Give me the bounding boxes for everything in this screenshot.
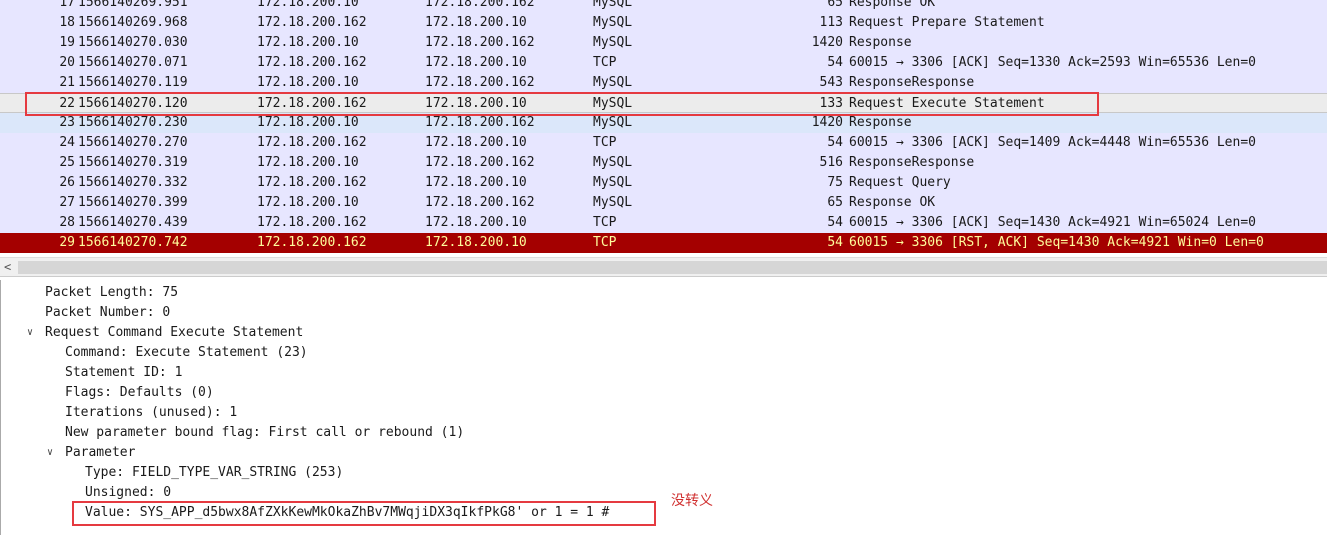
packet-row[interactable]: 21 1566140270.119 172.18.200.10 172.18.2… — [0, 73, 1327, 93]
packet-row[interactable]: 24 1566140270.270 172.18.200.162 172.18.… — [0, 133, 1327, 153]
packet-length: 1420 — [811, 35, 843, 50]
packet-info: Request Prepare Statement — [849, 15, 1045, 30]
packet-row[interactable]: 23 1566140270.230 172.18.200.10 172.18.2… — [0, 113, 1327, 133]
packet-row[interactable]: 29 1566140270.742 172.18.200.162 172.18.… — [0, 233, 1327, 253]
packet-row[interactable]: 17 1566140269.951 172.18.200.10 172.18.2… — [0, 0, 1327, 13]
packet-row[interactable]: 26 1566140270.332 172.18.200.162 172.18.… — [0, 173, 1327, 193]
scroll-left-icon[interactable]: < — [4, 258, 11, 276]
packet-info: 60015 → 3306 [ACK] Seq=1409 Ack=4448 Win… — [849, 135, 1256, 150]
packet-row[interactable]: 18 1566140269.968 172.18.200.162 172.18.… — [0, 13, 1327, 33]
packet-info: 60015 → 3306 [ACK] Seq=1330 Ack=2593 Win… — [849, 55, 1256, 70]
packet-info: 60015 → 3306 [ACK] Seq=1430 Ack=4921 Win… — [849, 215, 1256, 230]
detail-line[interactable]: Command: Execute Statement (23) — [65, 343, 308, 363]
detail-line[interactable]: New parameter bound flag: First call or … — [65, 423, 464, 443]
packet-info: Response OK — [849, 0, 936, 10]
detail-line[interactable]: Flags: Defaults (0) — [65, 383, 214, 403]
highlight-box-value — [72, 501, 656, 526]
packet-length: 54 — [827, 55, 843, 70]
packet-length: 65 — [827, 0, 843, 10]
packet-info: ResponseResponse — [849, 75, 975, 90]
annotation-note: 没转义 — [671, 493, 713, 509]
packet-info: ResponseResponse — [849, 155, 975, 170]
detail-line[interactable]: Parameter — [65, 443, 135, 463]
packet-row[interactable]: 25 1566140270.319 172.18.200.10 172.18.2… — [0, 153, 1327, 173]
packet-info: Request Query — [849, 175, 951, 190]
packet-length: 113 — [819, 15, 843, 30]
packet-row[interactable]: 19 1566140270.030 172.18.200.10 172.18.2… — [0, 33, 1327, 53]
detail-line[interactable]: Request Command Execute Statement — [45, 323, 303, 343]
packet-length: 54 — [827, 135, 843, 150]
detail-line[interactable]: Type: FIELD_TYPE_VAR_STRING (253) — [85, 463, 343, 483]
packet-length: 516 — [819, 155, 843, 170]
packet-row[interactable]: 20 1566140270.071 172.18.200.162 172.18.… — [0, 53, 1327, 73]
packet-info: 60015 → 3306 [RST, ACK] Seq=1430 Ack=492… — [849, 235, 1264, 250]
detail-line[interactable]: Packet Number: 0 — [45, 303, 170, 323]
packet-length: 54 — [827, 235, 843, 250]
packet-details-tree: Packet Length: 75 Packet Number: 0 ∨ Reques… — [0, 280, 1327, 535]
detail-line[interactable]: Statement ID: 1 — [65, 363, 182, 383]
packet-list: 17 1566140269.951 172.18.200.10 172.18.2… — [0, 0, 1327, 256]
packet-length: 54 — [827, 215, 843, 230]
packet-length: 543 — [819, 75, 843, 90]
chevron-down-icon[interactable]: ∨ — [47, 443, 53, 463]
detail-line[interactable]: Unsigned: 0 — [85, 483, 171, 503]
scrollbar-thumb[interactable] — [18, 261, 1327, 274]
detail-line[interactable]: Packet Length: 75 — [45, 283, 178, 303]
packet-length: 75 — [827, 175, 843, 190]
detail-line[interactable]: Iterations (unused): 1 — [65, 403, 237, 423]
chevron-down-icon[interactable]: ∨ — [27, 323, 33, 343]
packet-row[interactable]: 27 1566140270.399 172.18.200.10 172.18.2… — [0, 193, 1327, 213]
packet-info: Response OK — [849, 195, 936, 210]
packet-row[interactable]: 28 1566140270.439 172.18.200.162 172.18.… — [0, 213, 1327, 233]
highlight-box-packet-22 — [25, 92, 1099, 116]
horizontal-scrollbar[interactable]: < — [0, 257, 1327, 277]
packet-length: 65 — [827, 195, 843, 210]
packet-info: Response — [849, 35, 912, 50]
packet-length: 1420 — [811, 115, 843, 130]
packet-info: Response — [849, 115, 912, 130]
